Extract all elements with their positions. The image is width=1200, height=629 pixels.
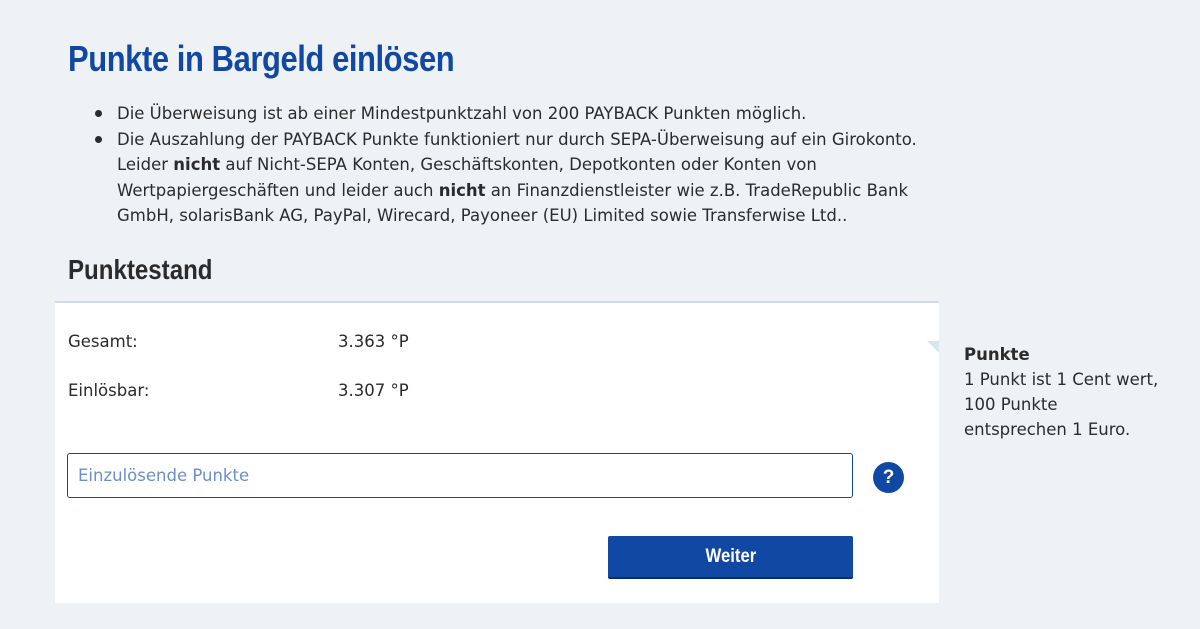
info-emphasis: nicht [173,155,221,174]
info-list-item: Die Auszahlung der PAYBACK Punkte funkti… [95,127,937,229]
side-info-line: 1 Punkt ist 1 Cent wert, [964,370,1159,389]
side-info-line: entsprechen 1 Euro. [964,420,1131,439]
info-text: Die Überweisung ist ab einer Mindestpunk… [117,104,807,123]
balance-card: Gesamt: 3.363 °P Einlösbar: 3.307 °P ? W… [55,301,939,603]
total-label: Gesamt: [68,332,138,351]
weiter-button-label: Weiter [705,545,756,567]
section-title-punktestand: Punktestand [68,254,213,285]
card-notch [927,341,939,353]
info-list: Die Überweisung ist ab einer Mindestpunk… [95,101,937,229]
side-info-line: 100 Punkte [964,395,1058,414]
page-title: Punkte in Bargeld einlösen [68,38,455,79]
question-mark-icon[interactable]: ? [873,462,904,493]
side-info: Punkte 1 Punkt ist 1 Cent wert, 100 Punk… [964,342,1184,442]
redeemable-label: Einlösbar: [68,381,150,400]
weiter-button[interactable]: Weiter [608,536,853,579]
info-emphasis: nicht [438,180,486,200]
redeemable-value: 3.307 °P [338,381,409,400]
points-input[interactable] [67,453,853,498]
side-info-title: Punkte [964,345,1030,364]
total-value: 3.363 °P [338,332,409,351]
info-list-item: Die Überweisung ist ab einer Mindestpunk… [95,101,937,127]
